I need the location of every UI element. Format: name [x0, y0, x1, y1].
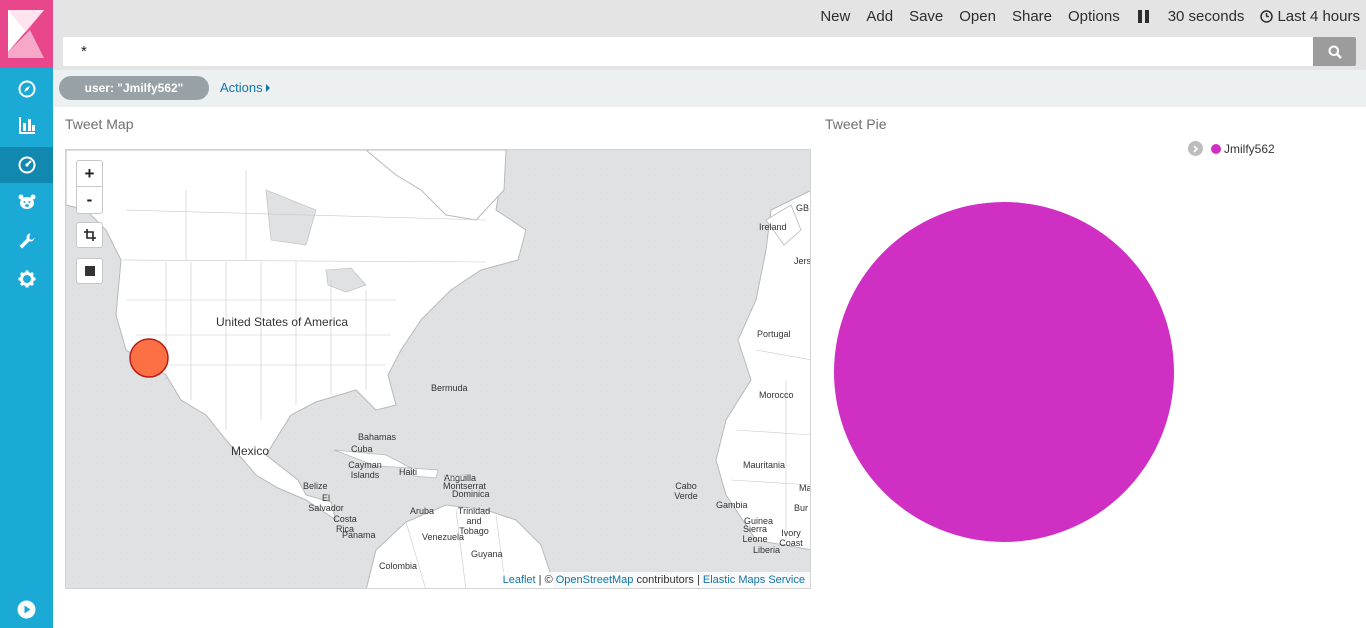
map-label-sierraleone: Sierra Leone [742, 524, 768, 544]
map-label-bahamas: Bahamas [358, 432, 397, 442]
map-label-ivorycoast: Ivory Coast [779, 528, 803, 548]
map-label-aruba: Aruba [410, 506, 435, 516]
kibana-logo[interactable] [0, 0, 53, 68]
map-label-mauritania: Mauritania [743, 460, 786, 470]
map-label-gb: GB [796, 203, 810, 213]
map-label-ireland: Ireland [759, 222, 787, 232]
filter-actions-button[interactable]: Actions [220, 80, 270, 95]
map-label-panama: Panama [342, 530, 376, 540]
caret-right-icon [265, 83, 270, 92]
zoom-in-button[interactable]: + [77, 161, 102, 187]
map-label-liberia: Liberia [753, 545, 781, 555]
menu-share[interactable]: Share [1004, 8, 1060, 25]
query-input[interactable] [63, 37, 1313, 66]
menu-open[interactable]: Open [951, 8, 1004, 25]
zoom-out-button[interactable]: - [77, 187, 102, 213]
map-label-elsalvador: El Salvador [308, 493, 344, 513]
legend-toggle-button[interactable] [1188, 141, 1203, 156]
search-bar [53, 33, 1366, 70]
map-label-mali: Ma [799, 483, 811, 493]
map-label-belize: Belize [303, 481, 328, 491]
tweet-pie-chart [834, 202, 1174, 542]
map-label-jersey: Jers [794, 256, 811, 266]
filter-pill[interactable]: user: "Jmilfy562" [59, 76, 209, 100]
map-label-trinidad: Trinidad and Tobago [457, 506, 491, 536]
nav-collapse[interactable] [0, 591, 53, 627]
crop-icon [83, 229, 96, 241]
play-icon [17, 600, 36, 618]
map-label-portugal: Portugal [757, 329, 791, 339]
refresh-interval[interactable]: 30 seconds [1160, 8, 1253, 25]
wrench-icon [19, 233, 34, 249]
fit-bounds-button[interactable] [76, 222, 103, 248]
tweet-map[interactable]: United States of America Mexico Bermuda … [65, 149, 811, 589]
tweet-marker[interactable] [129, 338, 169, 378]
legend-color-dot [1211, 143, 1221, 154]
nav-dashboard[interactable] [0, 147, 53, 183]
osm-link[interactable]: OpenStreetMap [556, 574, 634, 586]
nav-visualize[interactable] [0, 107, 53, 143]
pie-panel-title: Tweet Pie [825, 116, 887, 132]
map-attribution: Leaflet | © OpenStreetMap contributors |… [497, 572, 810, 588]
nav-management[interactable] [0, 261, 53, 297]
compass-icon [18, 80, 35, 98]
map-label-usa: United States of America [216, 315, 349, 329]
bear-icon [18, 194, 35, 209]
nav-timelion[interactable] [0, 184, 53, 220]
map-zoom-controls: + - [76, 160, 103, 214]
kibana-dashboard: New Add Save Open Share Options 30 secon… [0, 0, 1366, 628]
sidebar [0, 0, 53, 628]
leaflet-link[interactable]: Leaflet [503, 574, 536, 586]
menu-add[interactable]: Add [858, 8, 901, 25]
search-icon [1328, 45, 1342, 59]
map-label-gambia: Gambia [716, 500, 748, 510]
ems-link[interactable]: Elastic Maps Service [703, 574, 805, 586]
map-label-burkina: Bur [794, 503, 809, 513]
pie-legend: Jmilfy562 [1188, 141, 1275, 156]
map-label-dominica: Dominica [452, 489, 490, 499]
map-label-cuba: Cuba [351, 444, 373, 454]
pie-slice[interactable] [834, 202, 1174, 542]
pause-button[interactable] [1128, 10, 1160, 23]
bar-chart-icon [18, 117, 35, 134]
map-label-cayman: Cayman Islands [348, 460, 382, 480]
map-panel-title: Tweet Map [65, 116, 134, 132]
filter-actions-label: Actions [220, 80, 263, 95]
map-label-mexico: Mexico [231, 444, 270, 458]
map-label-colombia: Colombia [379, 561, 418, 571]
map-label-guyana: Guyana [471, 549, 503, 559]
time-range-label: Last 4 hours [1277, 8, 1360, 25]
legend-label[interactable]: Jmilfy562 [1224, 142, 1275, 156]
attribution-sep: | © [535, 574, 556, 586]
attribution-contributors: contributors | [633, 574, 703, 586]
filter-bar: user: "Jmilfy562" Actions [53, 70, 1366, 107]
map-label-morocco: Morocco [759, 390, 794, 400]
top-menu: New Add Save Open Share Options 30 secon… [812, 0, 1366, 33]
map-label-haiti: Haiti [399, 467, 418, 477]
menu-options[interactable]: Options [1060, 8, 1128, 25]
square-icon [84, 266, 95, 276]
top-nav-bar: New Add Save Open Share Options 30 secon… [53, 0, 1366, 33]
time-picker[interactable]: Last 4 hours [1252, 8, 1366, 25]
nav-dev-tools[interactable] [0, 223, 53, 259]
map-label-bermuda: Bermuda [431, 383, 468, 393]
nav-discover[interactable] [0, 71, 53, 107]
pause-icon [1137, 10, 1149, 23]
menu-save[interactable]: Save [901, 8, 951, 25]
search-button[interactable] [1313, 37, 1356, 66]
map-label-caboverde: Cabo Verde [674, 481, 698, 501]
menu-new[interactable]: New [812, 8, 858, 25]
dashboard-gauge-icon [18, 156, 35, 174]
chevron-right-icon [1193, 144, 1199, 153]
map-basemap [66, 150, 810, 588]
draw-rectangle-button[interactable] [76, 258, 103, 284]
gear-icon [18, 270, 35, 288]
clock-icon [1260, 10, 1274, 23]
